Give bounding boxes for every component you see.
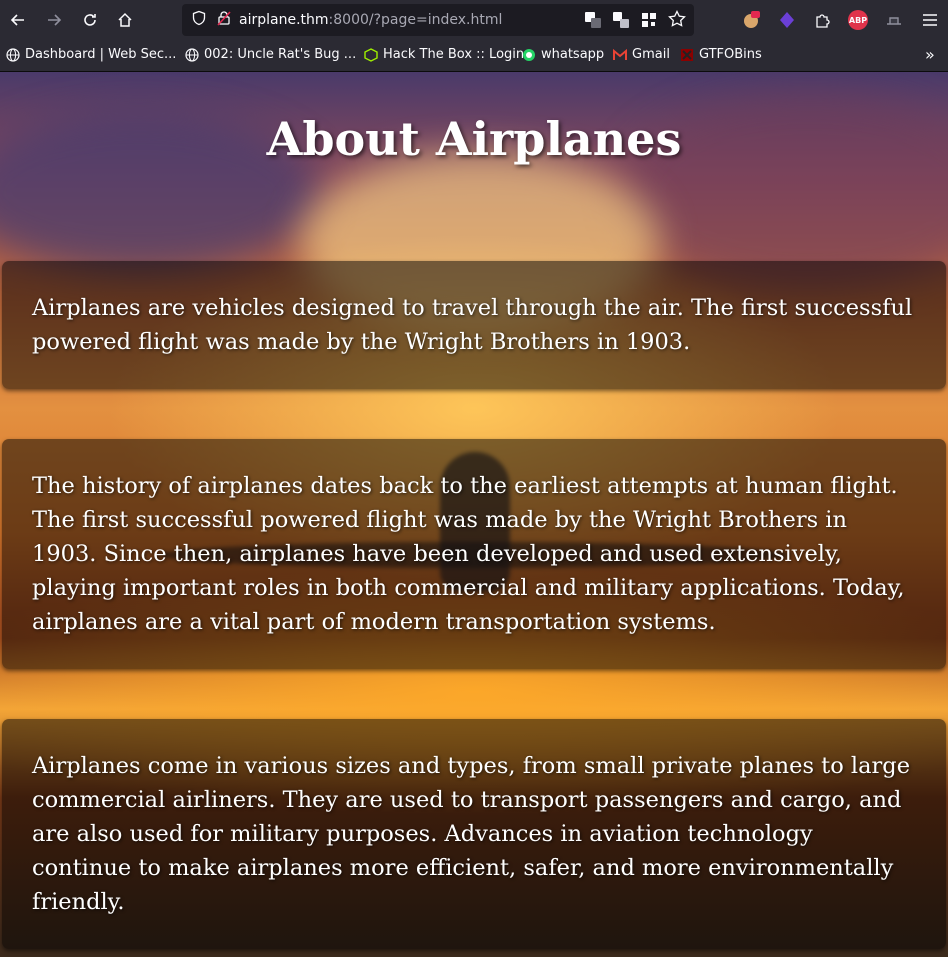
url-host: airplane.thm [239, 12, 329, 28]
app-menu-button[interactable] [920, 10, 940, 30]
paragraph-history: The history of airplanes dates back to t… [32, 473, 905, 635]
forward-arrow-icon [48, 14, 62, 26]
content-card: Airplanes are vehicles designed to trave… [2, 261, 946, 389]
reload-icon [84, 14, 96, 26]
bookmark-label: 002: Uncle Rat's Bug ... [204, 47, 357, 62]
qr-code-icon[interactable] [640, 11, 658, 33]
home-icon [118, 12, 132, 27]
bookmark-gtfobins[interactable]: GTFOBins [680, 47, 762, 62]
tracking-shield-icon[interactable] [191, 10, 207, 30]
bookmark-hack-the-box[interactable]: Hack The Box :: Login [364, 47, 524, 62]
gtfobins-icon [680, 48, 694, 62]
reload-button[interactable] [76, 6, 104, 34]
bookmarks-overflow-chevron-icon[interactable]: » [925, 45, 935, 64]
gmail-icon [613, 48, 627, 62]
globe-icon [6, 47, 20, 62]
bookmark-gmail[interactable]: Gmail [613, 47, 670, 62]
whatsapp-icon [522, 48, 536, 62]
extension-cookie-icon[interactable] [741, 10, 761, 30]
htb-cube-icon [364, 47, 378, 62]
bookmark-dashboard-web-security[interactable]: Dashboard | Web Sec... [6, 47, 176, 62]
bookmark-uncle-rats-bug[interactable]: 002: Uncle Rat's Bug ... [185, 47, 356, 62]
bookmark-label: whatsapp [541, 47, 605, 62]
back-arrow-icon [10, 14, 24, 26]
page-viewport: About Airplanes Airplanes are vehicles d… [0, 72, 948, 957]
bookmark-label: Hack The Box :: Login [383, 47, 525, 62]
page-title: About Airplanes [266, 112, 682, 166]
bookmark-star-icon[interactable] [668, 10, 686, 32]
url-path: :8000/?page=index.html [328, 12, 503, 28]
address-bar[interactable]: airplane.thm:8000/?page=index.html [182, 4, 694, 36]
forward-button[interactable] [40, 6, 68, 34]
extensions-puzzle-icon[interactable] [813, 10, 833, 30]
content-card: Airplanes come in various sizes and type… [2, 719, 946, 949]
content-card: The history of airplanes dates back to t… [2, 439, 946, 669]
back-button[interactable] [4, 6, 32, 34]
insecure-lock-icon[interactable] [217, 10, 231, 30]
bookmark-label: Gmail [632, 47, 670, 62]
browser-toolbar: airplane.thm:8000/?page=index.html ABP [0, 0, 948, 40]
hamburger-menu-icon [923, 14, 937, 26]
bookmarks-toolbar: Dashboard | Web Sec... 002: Uncle Rat's … [0, 40, 948, 72]
bookmark-label: GTFOBins [699, 47, 762, 62]
extension-hat-icon[interactable] [884, 10, 904, 30]
extension-purple-icon[interactable] [777, 10, 797, 30]
bookmark-label: Dashboard | Web Sec... [25, 47, 177, 62]
adblock-plus-icon[interactable]: ABP [848, 10, 868, 30]
home-button[interactable] [111, 6, 139, 34]
translate-page-icon[interactable] [612, 11, 630, 33]
bookmark-whatsapp[interactable]: whatsapp [522, 47, 604, 62]
paragraph-types: Airplanes come in various sizes and type… [32, 753, 911, 915]
adblock-plus-label: ABP [848, 15, 868, 25]
translate-icon[interactable] [584, 11, 602, 33]
paragraph-intro: Airplanes are vehicles designed to trave… [32, 295, 913, 355]
globe-icon [185, 47, 199, 62]
